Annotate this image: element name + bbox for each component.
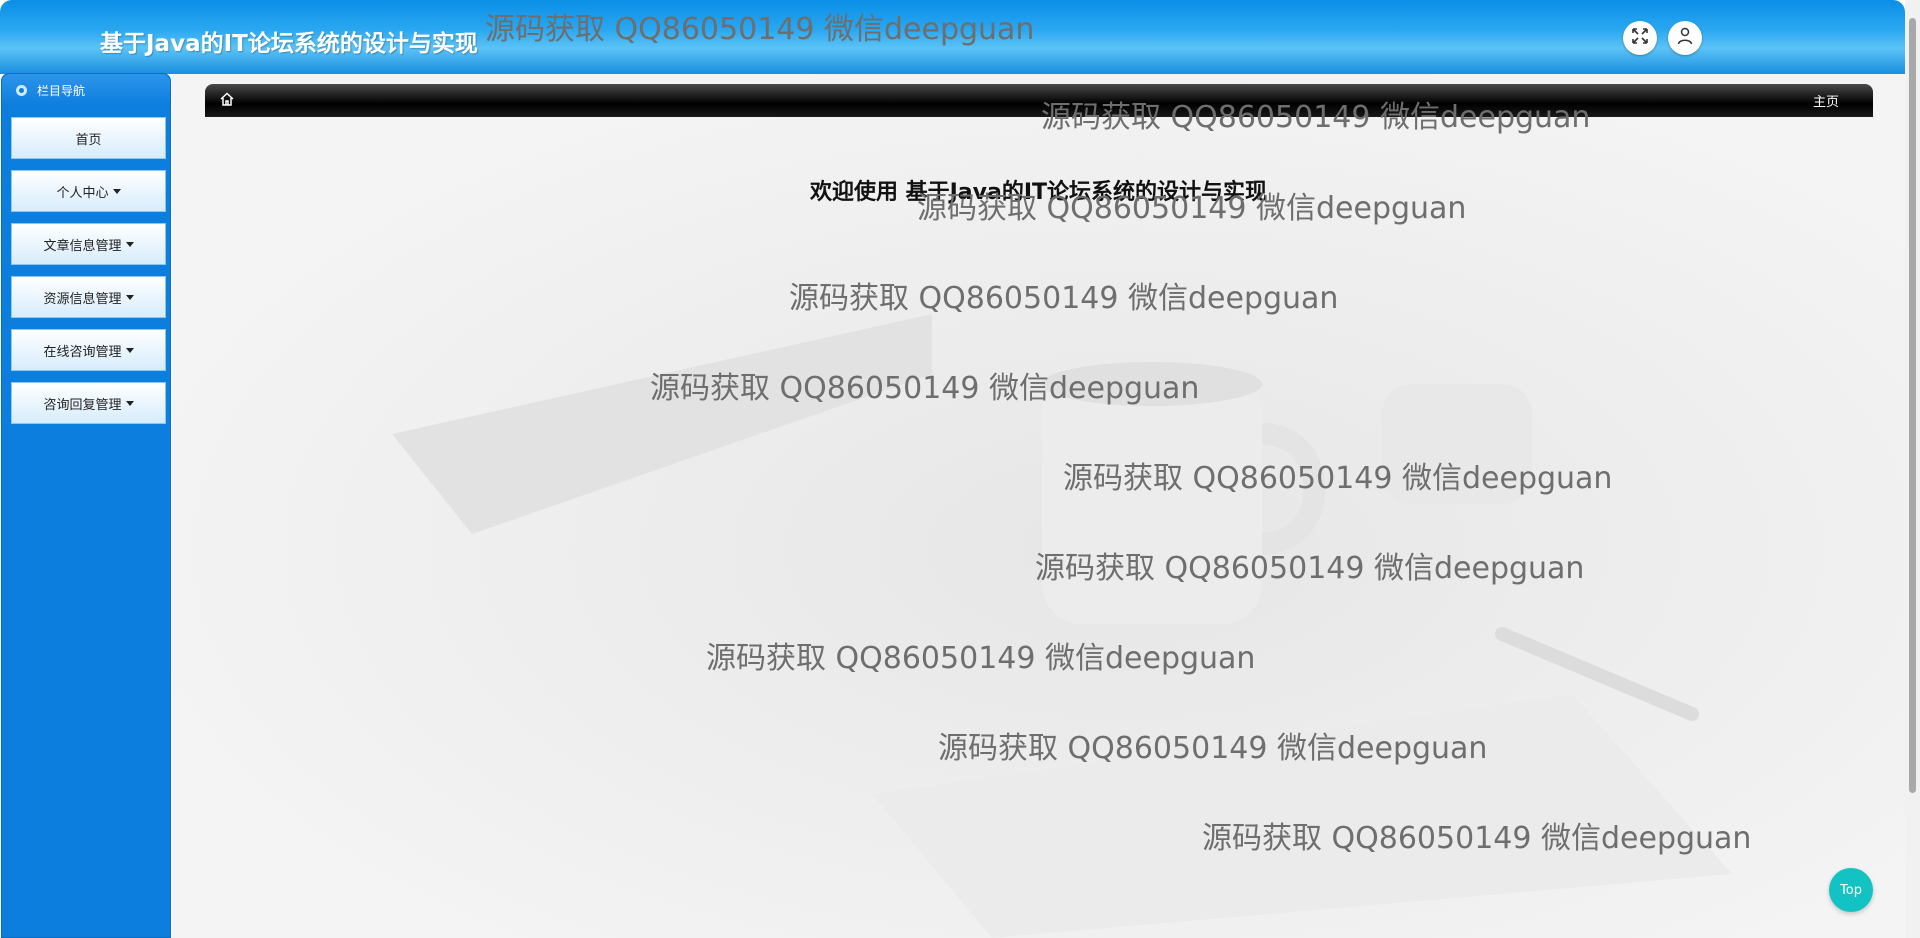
sidebar-item-label: 首页 (75, 132, 102, 148)
sidebar: 栏目导航 首页 个人中心 文章信息管理 资源信息管理 在线咨询管理 咨询回复管理 (1, 73, 171, 938)
sidebar-heading-label: 栏目导航 (37, 83, 86, 98)
sidebar-item-home[interactable]: 首页 (11, 117, 166, 159)
sidebar-item-label: 在线咨询管理 (43, 344, 122, 360)
home-icon[interactable] (219, 91, 235, 111)
caret-down-icon (125, 400, 134, 406)
breadcrumb: 主页 (205, 84, 1873, 117)
circle-icon (16, 84, 27, 96)
caret-down-icon (125, 241, 134, 247)
user-button[interactable] (1668, 21, 1702, 55)
sidebar-item-label: 个人中心 (56, 185, 109, 201)
app-root: 基于Java的IT论坛系统的设计与实现 栏目导航 首页 个人中心 文章信息管理 … (0, 0, 1920, 938)
breadcrumb-current: 主页 (1812, 95, 1839, 110)
main-content: 主页 欢迎使用 基于Java的IT论坛系统的设计与实现 (172, 74, 1905, 938)
page-scrollbar[interactable] (1905, 0, 1920, 938)
fullscreen-button[interactable] (1623, 21, 1657, 55)
caret-down-icon (125, 347, 134, 353)
sidebar-item-personal-center[interactable]: 个人中心 (11, 170, 166, 212)
sidebar-item-label: 文章信息管理 (43, 238, 122, 254)
caret-down-icon (125, 294, 134, 300)
top-header: 基于Java的IT论坛系统的设计与实现 (0, 0, 1905, 74)
sidebar-heading: 栏目导航 (2, 74, 170, 106)
back-to-top-button[interactable]: Top (1829, 868, 1873, 912)
caret-down-icon (112, 188, 121, 194)
fullscreen-icon (1630, 26, 1650, 50)
app-title: 基于Java的IT论坛系统的设计与实现 (100, 31, 478, 57)
sidebar-item-resource-management[interactable]: 资源信息管理 (11, 276, 166, 318)
sidebar-item-article-management[interactable]: 文章信息管理 (11, 223, 166, 265)
scrollbar-thumb[interactable] (1909, 18, 1916, 793)
user-icon (1675, 26, 1695, 50)
sidebar-item-reply-management[interactable]: 咨询回复管理 (11, 382, 166, 424)
welcome-heading: 欢迎使用 基于Java的IT论坛系统的设计与实现 (809, 180, 1268, 205)
sidebar-item-label: 资源信息管理 (43, 291, 122, 307)
sidebar-item-consultation-management[interactable]: 在线咨询管理 (11, 329, 166, 371)
sidebar-item-label: 咨询回复管理 (43, 397, 122, 413)
